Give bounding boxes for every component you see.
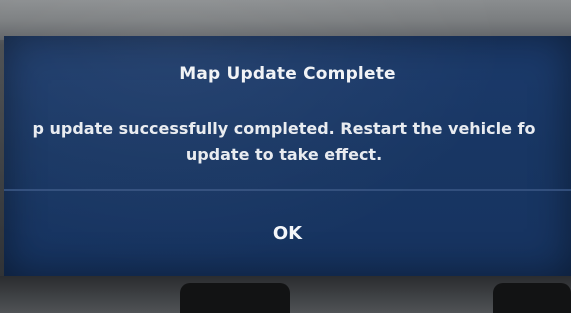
dialog-title: Map Update Complete: [179, 64, 396, 84]
ok-button[interactable]: OK: [4, 191, 571, 276]
photo-frame: Map Update Complete p update successfull…: [0, 0, 571, 313]
control-knob-left[interactable]: [180, 283, 290, 313]
top-bezel: [0, 0, 571, 40]
control-knob-right[interactable]: [493, 283, 571, 313]
dialog-message-line-1: p update successfully completed. Restart…: [32, 119, 536, 138]
dialog-message-line-2: update to take effect.: [185, 145, 383, 164]
infotainment-screen: Map Update Complete p update successfull…: [4, 36, 571, 276]
dialog-message: p update successfully completed. Restart…: [4, 116, 571, 168]
